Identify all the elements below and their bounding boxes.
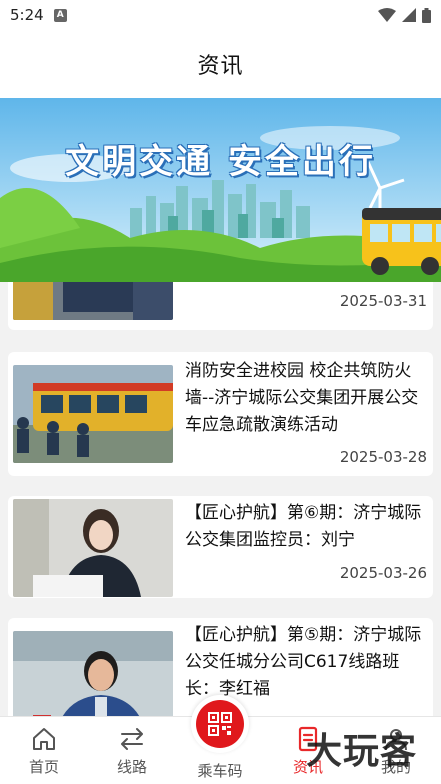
status-icons [378, 7, 431, 23]
app-header: 资讯 [0, 30, 441, 98]
wifi-icon [378, 8, 396, 22]
news-title: 【匠心护航】第⑤期：济宁城际公交任城分公司C617线路班长：李红福 [185, 625, 422, 699]
status-bar: 5:24 A [0, 0, 441, 30]
page-title: 资讯 [197, 54, 244, 79]
battery-icon [422, 7, 431, 23]
news-card[interactable]: 2025-03-31 [8, 282, 433, 330]
news-thumbnail [13, 499, 173, 597]
nav-label: 乘车码 [197, 762, 243, 780]
news-thumbnail [13, 282, 173, 320]
news-date: 2025-03-31 [339, 292, 427, 310]
status-time: 5:24 [10, 6, 44, 24]
news-date: 2025-03-28 [339, 448, 427, 466]
banner-slogan: 文明交通 安全出行 [65, 142, 376, 182]
news-date: 2025-03-26 [339, 564, 427, 582]
banner-image[interactable]: 文明交通 安全出行 [0, 98, 441, 282]
qr-code-icon [208, 712, 232, 736]
news-title: 消防安全进校园 校企共筑防火墙--济宁城际公交集团开展公交车应急疏散演练活动 [185, 361, 419, 435]
nav-label: 首页 [28, 758, 59, 776]
news-card[interactable]: 【匠心护航】第⑥期：济宁城际公交集团监控员：刘宁 2025-03-26 [8, 496, 433, 598]
nav-home[interactable]: 首页 [0, 717, 88, 784]
nav-label: 线路 [116, 758, 147, 776]
notification-badge-icon: A [53, 8, 67, 22]
news-thumbnail [13, 631, 173, 716]
signal-icon [402, 8, 416, 22]
route-icon [119, 726, 145, 752]
news-thumbnail [13, 365, 173, 463]
news-title: 【匠心护航】第⑥期：济宁城际公交集团监控员：刘宁 [185, 503, 422, 550]
news-card[interactable]: 消防安全进校园 校企共筑防火墙--济宁城际公交集团开展公交车应急疏散演练活动 2… [8, 352, 433, 476]
ride-code-button[interactable] [191, 695, 249, 753]
news-list[interactable]: 2025-03-31 消防安全进校园 校企共筑防火墙--济宁城际公交集团开展公交… [0, 282, 441, 716]
nav-ride-code[interactable]: 乘车码 [176, 695, 264, 784]
home-icon [31, 726, 57, 752]
watermark-logo: 大玩客 [306, 731, 418, 772]
nav-routes[interactable]: 线路 [88, 717, 176, 784]
banner-illustration [0, 98, 441, 282]
